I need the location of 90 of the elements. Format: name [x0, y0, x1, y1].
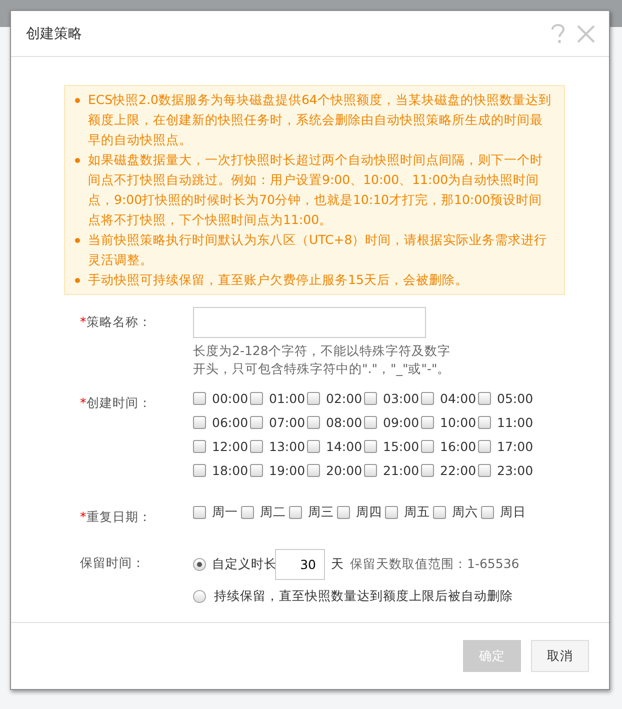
field-label: 保留时间： [80, 555, 145, 570]
radio-button[interactable] [193, 558, 206, 571]
checkbox[interactable] [478, 440, 491, 453]
field-hint: 长度为2-128个字符，不能以特殊字符及数字开头，只可包含特殊字符中的"."，"_"或"-"。 [193, 342, 452, 378]
checkbox-label: 周六 [452, 504, 478, 521]
checkbox-label: 周一 [212, 504, 238, 521]
field-label: 创建时间： [86, 395, 152, 410]
checkbox-label: 05:00 [497, 390, 534, 406]
checkbox-label: 15:00 [383, 438, 420, 454]
checkbox[interactable] [250, 392, 263, 405]
checkbox[interactable] [478, 392, 491, 405]
checkbox-label: 周日 [500, 504, 526, 521]
checkbox-label: 17:00 [497, 438, 534, 454]
checkbox-label: 04:00 [440, 390, 476, 406]
checkbox-label: 周二 [260, 504, 286, 521]
checkbox-label: 14:00 [326, 438, 362, 454]
range-hint: 保留天数取值范围：1-65536 [350, 556, 520, 573]
unit-label: 天 [331, 556, 344, 573]
checkbox[interactable] [478, 464, 491, 477]
checkbox[interactable] [193, 440, 206, 453]
checkbox[interactable] [421, 416, 434, 429]
checkbox-label: 周五 [404, 504, 430, 521]
checkbox-label: 02:00 [326, 390, 362, 406]
checkbox-label: 06:00 [212, 414, 248, 430]
help-icon[interactable] [551, 24, 565, 44]
checkbox[interactable] [307, 464, 320, 477]
required-mark: * [80, 314, 86, 330]
bullet-icon [75, 238, 80, 244]
field-label: 策略名称： [86, 314, 152, 330]
checkbox[interactable] [337, 506, 350, 519]
checkbox-label: 19:00 [269, 462, 306, 478]
checkbox[interactable] [421, 440, 434, 453]
bullet-icon [75, 98, 80, 104]
notice-text: ECS快照2.0数据服务为每块磁盘提供64个快照额度，当某块磁盘的快照数量达到额度上限，在创建新的快照任务时，系统会删除由自动快照策略所生成的时间最早的自动快照点。 [88, 91, 552, 150]
checkbox-label: 00:00 [212, 390, 248, 406]
checkbox-label: 12:00 [212, 438, 248, 454]
checkbox-label: 22:00 [440, 462, 476, 478]
checkbox[interactable] [193, 506, 206, 519]
checkbox[interactable] [307, 392, 320, 405]
checkbox[interactable] [250, 416, 263, 429]
required-mark: * [80, 395, 86, 410]
checkbox[interactable] [421, 392, 434, 405]
cancel-button[interactable]: 取消 [531, 640, 589, 672]
checkbox-label: 21:00 [383, 462, 420, 478]
checkbox[interactable] [364, 464, 377, 477]
checkbox-label: 10:00 [440, 414, 476, 430]
checkbox[interactable] [193, 416, 206, 429]
checkbox[interactable] [364, 392, 377, 405]
dialog-title: 创建策略 [26, 24, 83, 43]
checkbox-label: 09:00 [383, 414, 420, 430]
checkbox-label: 13:00 [269, 438, 306, 454]
checkbox-label: 周四 [356, 504, 382, 521]
checkbox[interactable] [433, 506, 446, 519]
checkbox-label: 07:00 [269, 414, 306, 430]
checkbox-label: 18:00 [212, 462, 248, 478]
checkbox[interactable] [193, 392, 206, 405]
checkbox-label: 23:00 [497, 462, 534, 478]
checkbox[interactable] [289, 506, 302, 519]
checkbox-label: 20:00 [326, 462, 362, 478]
bullet-icon [75, 158, 80, 164]
radio-label: 自定义时长 [212, 556, 277, 573]
checkbox[interactable] [481, 506, 494, 519]
checkbox[interactable] [385, 506, 398, 519]
checkbox-label: 11:00 [497, 414, 534, 430]
checkbox[interactable] [478, 416, 491, 429]
close-icon[interactable] [577, 24, 595, 43]
checkbox[interactable] [421, 464, 434, 477]
checkbox[interactable] [364, 416, 377, 429]
checkbox-label: 周三 [308, 504, 334, 521]
radio-label: 持续保留，直至快照数量达到额度上限后被自动删除 [214, 588, 513, 605]
checkbox[interactable] [307, 440, 320, 453]
checkbox[interactable] [193, 464, 206, 477]
field-label: 重复日期： [86, 509, 152, 524]
required-mark: * [80, 509, 86, 524]
checkbox[interactable] [364, 440, 377, 453]
checkbox-label: 03:00 [383, 390, 420, 406]
checkbox[interactable] [307, 416, 320, 429]
notice-text: 如果磁盘数据量大，一次打快照时长超过两个自动快照时间点间隔，则下一个时间点不打快照自动跳过。例如：用户设置9:00、10:00、11:00为自动快照时间点，9:00打快照的时候时长为70分钟，也就是10:10才打完，那10:00预设时间点将不打快照，下个快照时间点为11:00。 [88, 151, 544, 230]
checkbox-label: 08:00 [326, 414, 362, 430]
name-input-field[interactable] [193, 307, 426, 338]
checkbox[interactable] [250, 464, 263, 477]
checkbox[interactable] [241, 506, 254, 519]
checkbox[interactable] [250, 440, 263, 453]
bullet-icon [75, 278, 80, 284]
radio-button[interactable] [193, 590, 206, 603]
checkbox-label: 01:00 [269, 390, 306, 406]
days-input-field[interactable]: 30 [275, 548, 325, 580]
checkbox-label: 16:00 [440, 438, 476, 454]
notice-text: 手动快照可持续保留，直至账户欠费停止服务15天后，会被删除。 [88, 271, 468, 290]
notice-text: 当前快照策略执行时间默认为东八区（UTC+8）时间，请根据实际业务需求进行灵活调整。 [88, 231, 548, 270]
